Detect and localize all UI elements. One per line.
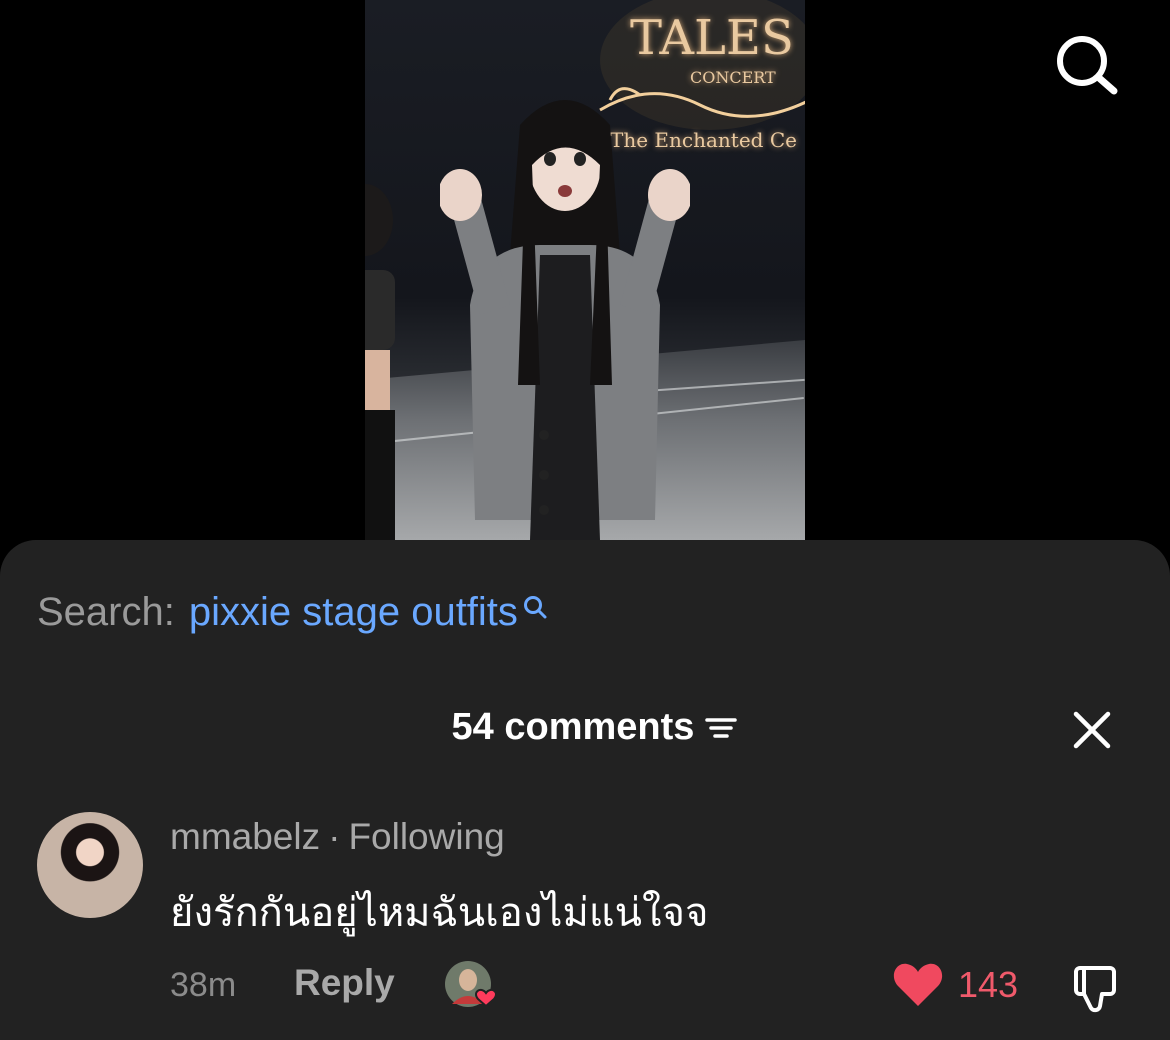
sign-subtitle: CONCERT [690, 68, 776, 87]
like-count: 143 [958, 964, 1019, 1005]
like-button[interactable]: 143 [892, 962, 1018, 1008]
comments-count: 54 comments [451, 706, 695, 748]
comments-sheet: Search: pixxie stage outfits 54 comments [0, 540, 1170, 1040]
meta-separator: · [328, 816, 341, 857]
close-icon[interactable] [1070, 708, 1114, 752]
comment-time: 38m [170, 966, 237, 1004]
comment-username[interactable]: mmabelz [170, 816, 320, 857]
dislike-icon[interactable] [1070, 960, 1126, 1016]
following-label: Following [348, 816, 505, 857]
comment-meta: mmabelz · Following [170, 816, 505, 858]
search-icon[interactable] [1052, 33, 1120, 95]
app-root: TALES CONCERT The Enchanted Ce Search: p… [0, 0, 1170, 1040]
filter-icon[interactable] [704, 713, 738, 743]
performer [440, 100, 690, 540]
background-dancer [365, 184, 395, 540]
comments-header: 54 comments [0, 706, 1170, 749]
comment-text: ยังรักกันอยู่ไหมฉันเองไม่แน่ใจจ [170, 891, 709, 935]
comment-item: mmabelz · Following ยังรักกันอยู่ไหมฉันเอง… [0, 810, 1170, 1040]
search-query-link[interactable]: pixxie stage outfits [189, 590, 518, 635]
creator-liked-avatar [445, 961, 497, 1008]
search-icon [523, 596, 547, 619]
sign-title: TALES [630, 10, 794, 66]
heart-icon[interactable] [892, 962, 944, 1008]
avatar[interactable] [37, 812, 143, 918]
video-player[interactable]: TALES CONCERT The Enchanted Ce [365, 0, 805, 540]
search-label: Search: [37, 590, 175, 634]
search-suggestion[interactable]: Search: pixxie stage outfits [37, 590, 548, 635]
reply-button[interactable]: Reply [294, 962, 395, 1004]
